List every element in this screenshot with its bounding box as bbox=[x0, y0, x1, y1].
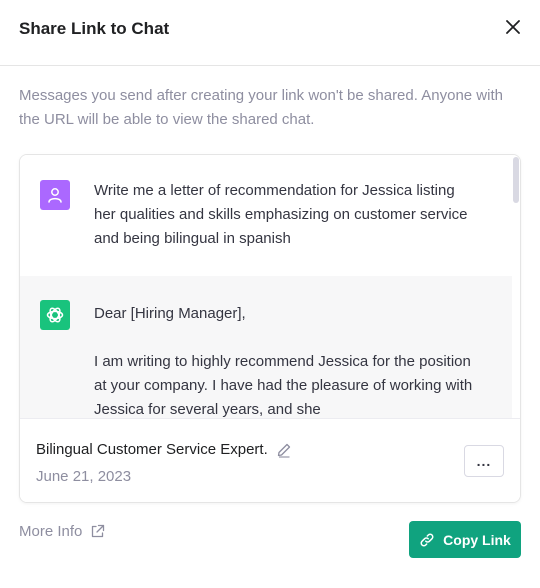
scrollbar[interactable] bbox=[512, 155, 520, 418]
chat-info-footer: Bilingual Customer Service Expert. June … bbox=[20, 418, 520, 502]
external-link-icon bbox=[92, 524, 105, 538]
close-icon bbox=[506, 20, 520, 34]
assistant-avatar bbox=[40, 300, 70, 330]
chat-date: June 21, 2023 bbox=[36, 468, 132, 485]
assistant-message-text: Dear [Hiring Manager], I am writing to h… bbox=[94, 302, 474, 418]
more-horizontal-icon: ... bbox=[476, 453, 492, 469]
pencil-icon[interactable] bbox=[276, 442, 292, 458]
conversation-preview[interactable]: Write me a letter of recommendation for … bbox=[20, 155, 520, 418]
openai-logo-icon bbox=[46, 307, 64, 323]
user-avatar bbox=[40, 180, 70, 210]
dialog-header: Share Link to Chat bbox=[0, 0, 540, 66]
copy-link-button[interactable]: Copy Link bbox=[409, 521, 521, 558]
more-info-link[interactable]: More Info bbox=[19, 523, 105, 540]
dialog-title: Share Link to Chat bbox=[19, 19, 170, 38]
chat-preview-card: Write me a letter of recommendation for … bbox=[19, 154, 521, 503]
assistant-message: Dear [Hiring Manager], I am writing to h… bbox=[20, 276, 512, 418]
user-message: Write me a letter of recommendation for … bbox=[20, 155, 512, 276]
more-info-label: More Info bbox=[19, 523, 83, 540]
share-notice: Messages you send after creating your li… bbox=[19, 87, 503, 128]
user-message-text: Write me a letter of recommendation for … bbox=[94, 182, 468, 247]
assistant-paragraph: Dear [Hiring Manager], bbox=[94, 305, 246, 322]
link-icon bbox=[420, 533, 434, 546]
user-icon bbox=[48, 188, 62, 203]
more-options-button[interactable]: ... bbox=[464, 445, 504, 477]
copy-link-label: Copy Link bbox=[443, 531, 511, 548]
assistant-paragraph: I am writing to highly recommend Jessica… bbox=[94, 353, 473, 418]
close-button[interactable] bbox=[502, 16, 524, 38]
scrollbar-thumb[interactable] bbox=[513, 157, 519, 203]
chat-title: Bilingual Customer Service Expert. bbox=[36, 441, 268, 458]
chat-title-row: Bilingual Customer Service Expert. bbox=[36, 441, 292, 458]
